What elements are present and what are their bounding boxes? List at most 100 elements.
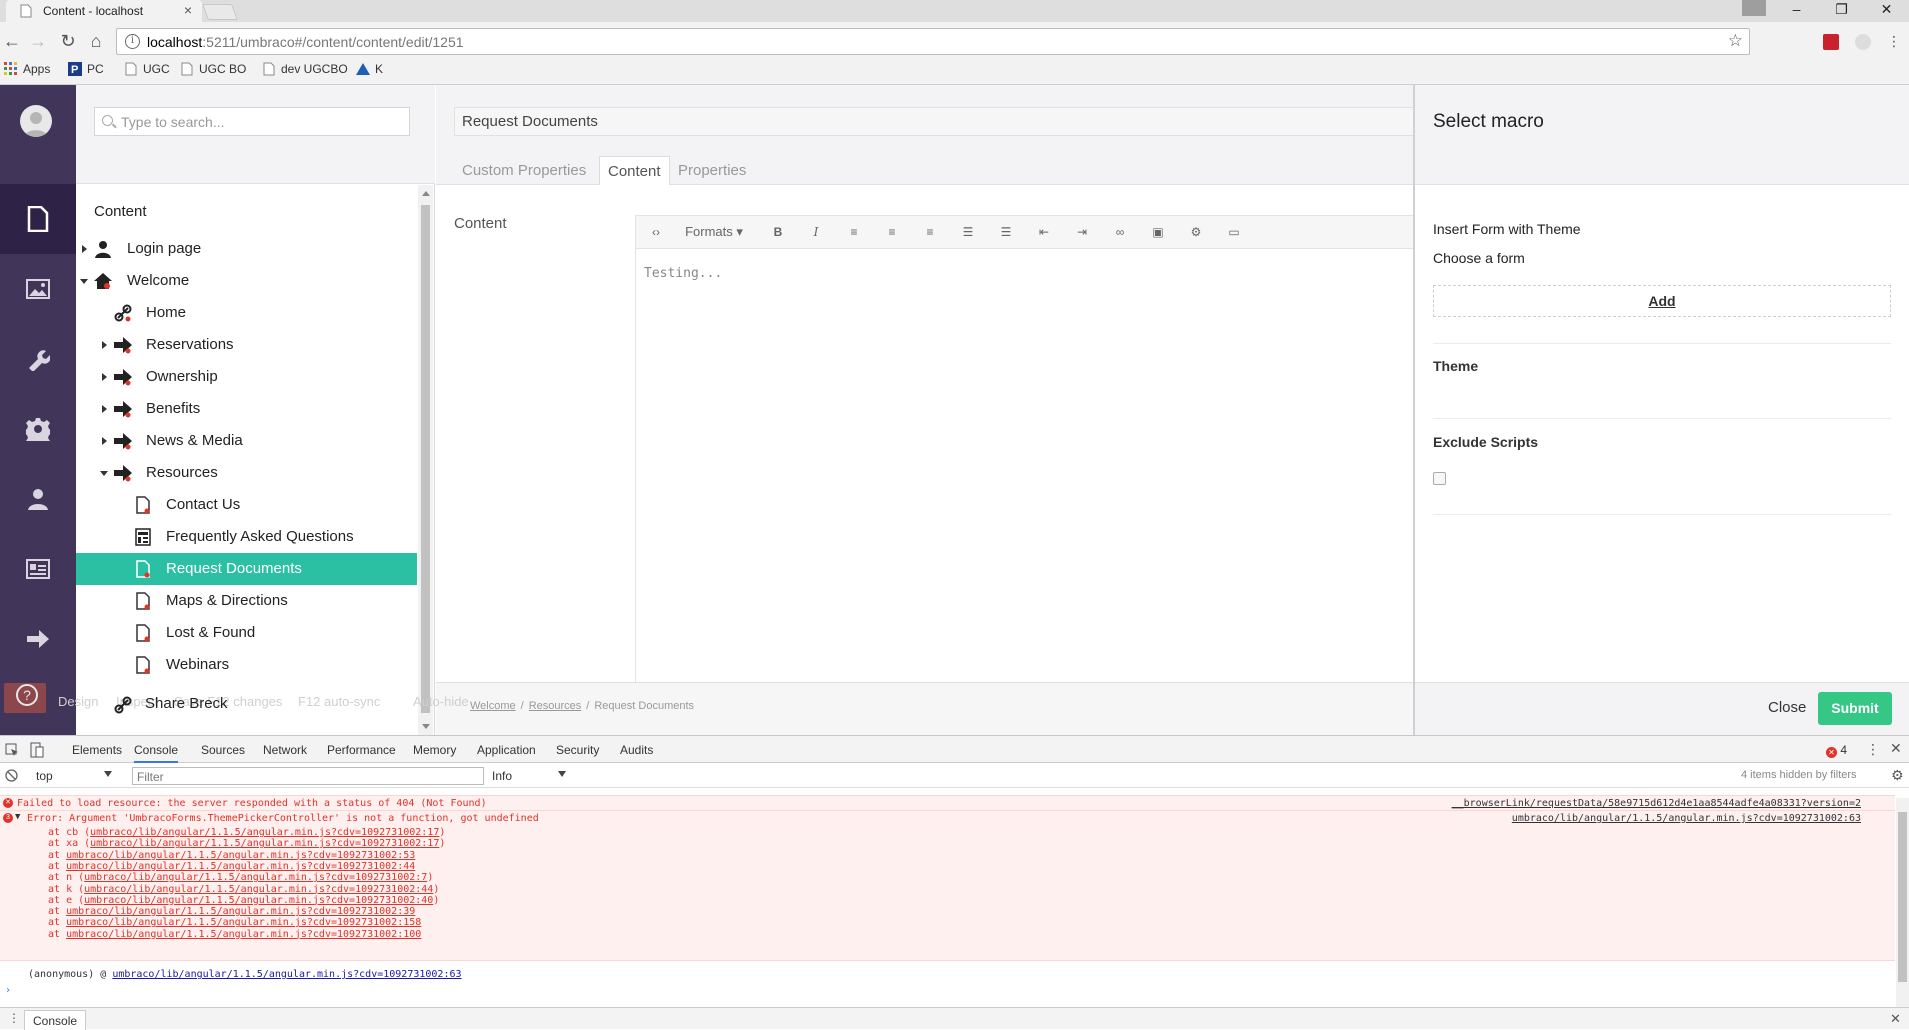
- expand-caret-icon[interactable]: [82, 245, 87, 253]
- outdent-icon[interactable]: ⇤: [1036, 225, 1052, 239]
- italic-icon[interactable]: I: [808, 225, 824, 239]
- bold-icon[interactable]: B: [770, 225, 786, 239]
- source-link[interactable]: umbraco/lib/angular/1.1.5/angular.min.js…: [84, 884, 433, 895]
- source-link[interactable]: __browserLink/requestData/58e9715d612d4e…: [1452, 798, 1861, 809]
- console-settings-icon[interactable]: ⚙: [1891, 767, 1904, 784]
- source-link[interactable]: umbraco/lib/angular/1.1.5/angular.min.js…: [66, 906, 415, 917]
- tree-item-faq[interactable]: Frequently Asked Questions: [76, 521, 417, 553]
- section-forms[interactable]: [0, 604, 76, 674]
- numbered-list-icon[interactable]: ☰: [998, 225, 1014, 239]
- formats-dropdown[interactable]: Formats ▾: [682, 225, 746, 239]
- add-form-button[interactable]: Add: [1433, 285, 1891, 317]
- tab-custom-properties[interactable]: Custom Properties: [454, 156, 594, 185]
- close-window-icon[interactable]: ✕: [1864, 0, 1909, 20]
- link-icon[interactable]: ∞: [1112, 225, 1128, 239]
- restore-icon[interactable]: ❐: [1819, 0, 1864, 20]
- tree-item-ownership[interactable]: Ownership: [76, 361, 417, 393]
- tree-item-news-media[interactable]: News & Media: [76, 425, 417, 457]
- close-devtools-icon[interactable]: ✕: [1890, 740, 1902, 757]
- browser-tab[interactable]: Content - localhost ×: [6, 0, 202, 22]
- bookmark-ugc[interactable]: UGC: [124, 62, 170, 76]
- new-tab-button[interactable]: [202, 4, 238, 20]
- tree-item-contact-us[interactable]: Contact Us: [76, 489, 417, 521]
- submit-button[interactable]: Submit: [1818, 692, 1892, 725]
- source-code-icon[interactable]: ‹›: [648, 225, 664, 239]
- exclude-scripts-checkbox[interactable]: [1433, 472, 1446, 485]
- devtools-tab-memory[interactable]: Memory: [413, 743, 456, 757]
- scroll-thumb[interactable]: [421, 205, 430, 713]
- drawer-tab-console[interactable]: Console: [24, 1010, 87, 1030]
- source-link[interactable]: umbraco/lib/angular/1.1.5/angular.min.js…: [90, 838, 439, 849]
- tree-scrollbar[interactable]: [418, 185, 433, 735]
- address-bar[interactable]: i localhost:5211/umbraco#/content/conten…: [116, 28, 1750, 55]
- section-members[interactable]: [0, 534, 76, 604]
- avatar[interactable]: [20, 105, 52, 137]
- section-content[interactable]: [0, 184, 76, 254]
- devtools-tab-security[interactable]: Security: [556, 743, 599, 757]
- image-icon[interactable]: ▣: [1150, 225, 1166, 239]
- home-icon[interactable]: ⌂: [86, 32, 106, 52]
- help-icon[interactable]: ?: [16, 684, 38, 706]
- document-name-input[interactable]: Request Documents: [454, 107, 1424, 136]
- extension-icon[interactable]: [1855, 34, 1871, 50]
- console-scrollbar[interactable]: [1896, 798, 1909, 1007]
- extension-icon[interactable]: [1823, 34, 1839, 50]
- bookmark-apps[interactable]: Apps: [4, 62, 50, 76]
- devtools-menu-icon[interactable]: ⋮: [1866, 741, 1880, 758]
- forward-icon[interactable]: →: [28, 32, 48, 52]
- tree-item-webinars[interactable]: Webinars: [76, 649, 417, 681]
- tab-properties[interactable]: Properties: [670, 156, 754, 185]
- tree-item-maps-directions[interactable]: Maps & Directions: [76, 585, 417, 617]
- scroll-up-icon[interactable]: [422, 191, 430, 196]
- devtools-tab-elements[interactable]: Elements: [72, 743, 122, 757]
- section-developer[interactable]: [0, 394, 76, 464]
- close-drawer-icon[interactable]: ✕: [1890, 1011, 1901, 1027]
- error-count-badge[interactable]: ✕ 4: [1826, 743, 1847, 758]
- tree-item-lost-found[interactable]: Lost & Found: [76, 617, 417, 649]
- tree-item-reservations[interactable]: Reservations: [76, 329, 417, 361]
- source-link[interactable]: umbraco/lib/angular/1.1.5/angular.min.js…: [1512, 813, 1861, 824]
- menu-icon[interactable]: ⋮: [1884, 32, 1904, 52]
- source-link[interactable]: umbraco/lib/angular/1.1.5/angular.min.js…: [66, 929, 421, 940]
- bookmark-pc[interactable]: P PC: [68, 62, 104, 76]
- devtools-tab-console[interactable]: Console: [134, 736, 179, 763]
- scroll-thumb[interactable]: [1898, 812, 1907, 982]
- bookmark-dev-ugcbo[interactable]: dev UGCBO: [262, 62, 348, 76]
- device-toolbar-icon[interactable]: [30, 742, 44, 758]
- expand-caret-icon[interactable]: [102, 373, 107, 381]
- section-users[interactable]: [0, 464, 76, 534]
- source-link[interactable]: umbraco/lib/angular/1.1.5/angular.min.js…: [112, 969, 461, 980]
- rte-body-text[interactable]: Testing...: [644, 266, 722, 281]
- align-left-icon[interactable]: ≡: [846, 225, 862, 239]
- search-input[interactable]: Type to search...: [94, 107, 410, 136]
- expand-triangle-icon[interactable]: ▼: [15, 812, 20, 822]
- align-right-icon[interactable]: ≡: [922, 225, 938, 239]
- source-link[interactable]: umbraco/lib/angular/1.1.5/angular.min.js…: [90, 827, 439, 838]
- console-filter-input[interactable]: Filter: [132, 767, 484, 785]
- devtools-tab-audits[interactable]: Audits: [620, 743, 653, 757]
- inspect-element-icon[interactable]: [5, 743, 19, 757]
- bookmark-star-icon[interactable]: ☆: [1728, 31, 1743, 51]
- expand-caret-icon[interactable]: [102, 437, 107, 445]
- embed-icon[interactable]: ▭: [1226, 225, 1242, 239]
- collapse-caret-icon[interactable]: [80, 279, 88, 284]
- align-center-icon[interactable]: ≡: [884, 225, 900, 239]
- indent-icon[interactable]: ⇥: [1074, 225, 1090, 239]
- tree-item-home[interactable]: Home: [76, 297, 417, 329]
- collapse-caret-icon[interactable]: [100, 471, 108, 476]
- devtools-tab-performance[interactable]: Performance: [327, 743, 396, 757]
- close-tab-icon[interactable]: ×: [184, 2, 192, 18]
- context-select[interactable]: top: [36, 769, 112, 783]
- bullet-list-icon[interactable]: ☰: [960, 225, 976, 239]
- reload-icon[interactable]: ↻: [58, 32, 78, 52]
- source-link[interactable]: umbraco/lib/angular/1.1.5/angular.min.js…: [66, 917, 421, 928]
- expand-caret-icon[interactable]: [102, 405, 107, 413]
- bookmark-ugc-bo[interactable]: UGC BO: [180, 62, 246, 76]
- tree-item-request-documents[interactable]: Request Documents: [76, 553, 417, 585]
- prompt-caret-icon[interactable]: ›: [5, 985, 11, 996]
- tab-content[interactable]: Content: [599, 156, 670, 185]
- tree-item-welcome[interactable]: Welcome: [76, 265, 417, 297]
- scroll-down-icon[interactable]: [422, 724, 430, 729]
- tree-item-login-page[interactable]: Login page: [76, 233, 417, 265]
- breadcrumb-resources[interactable]: Resources: [529, 700, 582, 712]
